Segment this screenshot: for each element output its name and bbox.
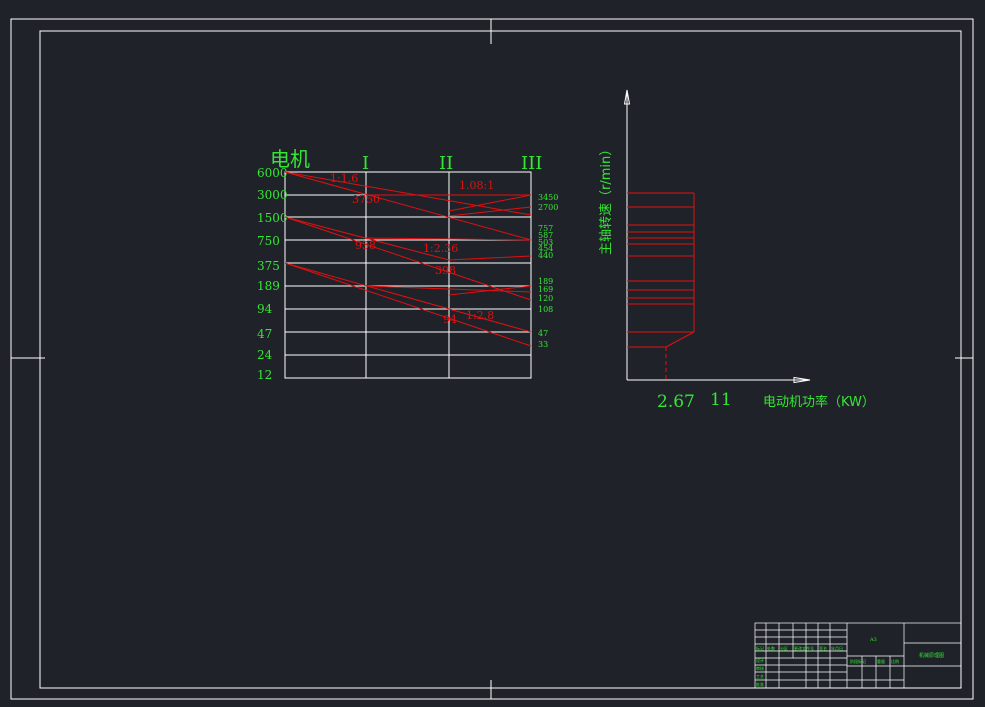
speed-level-94: 94 — [257, 302, 273, 316]
output-speed: 169 — [538, 285, 553, 294]
speed-level-47: 47 — [257, 327, 272, 341]
title-block-label-a: 机械原理图 — [919, 652, 944, 659]
output-speed: 120 — [538, 294, 553, 303]
title-block-field: 阶段标记 — [850, 658, 866, 664]
output-speed: 440 — [538, 251, 553, 260]
y-axis-label: 主轴转速（r/min） — [599, 143, 614, 255]
title-block-role: 审核 — [756, 665, 764, 671]
outer-frame — [10, 18, 974, 700]
speed-level-6000: 6000 — [257, 166, 288, 180]
title-block-header: 分区 — [780, 645, 788, 651]
power-chart: 主轴转速（r/min） 电动机功率（KW） 2.67 11 — [599, 89, 875, 412]
title-block-role: 设计 — [756, 657, 764, 663]
red-value-398: 398 — [435, 264, 456, 277]
speed-level-375: 375 — [257, 259, 280, 273]
title-block-header: 标记 — [756, 645, 764, 651]
power-bars — [627, 192, 695, 380]
speed-level-189: 189 — [257, 279, 280, 293]
output-speed: 2700 — [538, 203, 558, 212]
title-block-label-b: A3 — [869, 637, 877, 643]
title-block-field: 重量 — [877, 658, 885, 664]
title-block-header: 年月日 — [831, 645, 843, 651]
title-block-role: 工艺 — [756, 674, 764, 679]
output-speed: 3450 — [538, 193, 558, 202]
shaft-label-2: II — [439, 153, 453, 174]
inner-frame — [39, 30, 962, 689]
output-speed: 108 — [538, 305, 553, 314]
ratio-label-4: 1:2.8 — [466, 309, 494, 322]
cad-drawing: 电机 I II III 6000 3000 1500 750 375 189 9… — [10, 18, 974, 700]
x-value-11: 11 — [710, 390, 732, 410]
title-block-role: 批准 — [756, 681, 764, 687]
ratio-label-3: 1:2.36 — [423, 242, 458, 255]
title-block-header: 签名 — [819, 645, 827, 651]
red-value-3750: 3750 — [352, 193, 380, 206]
speed-level-3000: 3000 — [257, 188, 288, 202]
output-speed: 47 — [538, 329, 548, 338]
speed-diagram: 电机 I II III 6000 3000 1500 750 375 189 9… — [257, 147, 558, 382]
speed-level-1500: 1500 — [257, 211, 288, 225]
ratio-label-1: 1:1.6 — [330, 172, 358, 185]
ratio-label-2: 1.08:1 — [459, 179, 494, 192]
x-value-2-67: 2.67 — [657, 392, 695, 412]
speed-level-24: 24 — [257, 348, 273, 362]
power-axes — [626, 92, 808, 381]
x-axis-label: 电动机功率（KW） — [763, 394, 875, 410]
title-block: 标记 处数 分区 更改文件号 签名 年月日 设计 审核 工艺 批准 阶段标记 重… — [754, 622, 962, 689]
title-block-header: 更改文件号 — [794, 645, 814, 651]
centering-marks — [11, 19, 973, 699]
red-value-938: 938 — [355, 239, 376, 252]
speed-level-750: 750 — [257, 234, 280, 248]
title-block-field: 比例 — [891, 658, 899, 664]
output-speed: 33 — [538, 340, 548, 349]
title-block-header: 处数 — [767, 645, 775, 651]
red-value-94: 94 — [443, 313, 457, 326]
shaft-label-3: III — [521, 153, 542, 174]
shaft-label-1: I — [362, 153, 369, 174]
speed-level-12: 12 — [257, 368, 272, 382]
